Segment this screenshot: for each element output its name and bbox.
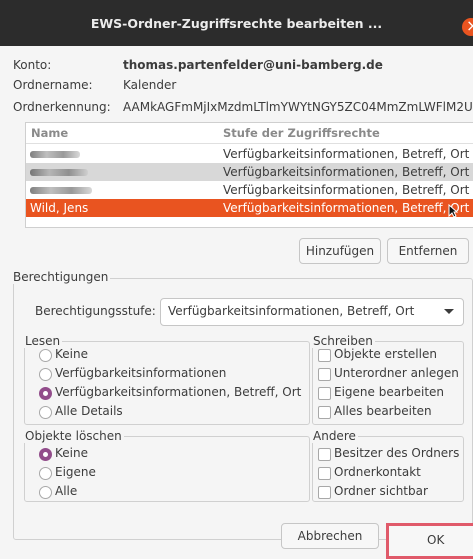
write-frame-label: Schreiben — [311, 334, 375, 348]
table-header: Name Stufe der Zugriffsrechte — [26, 123, 473, 144]
row-level: Verfügbarkeitsinformationen, Betreff, Or… — [223, 183, 470, 197]
other-frame-label: Andere — [311, 429, 358, 443]
delete-frame-label: Objekte löschen — [23, 429, 124, 443]
permissions-table: Name Stufe der Zugriffsrechte Verfügbark… — [25, 122, 473, 228]
delete-none-label: Keine — [55, 446, 88, 460]
folder-visible-checkbox[interactable] — [318, 486, 331, 499]
permission-level-label: Berechtigungsstufe: — [35, 304, 156, 318]
cancel-button[interactable]: Abbrechen — [281, 523, 379, 549]
read-subject-location-radio[interactable] — [39, 387, 52, 400]
window-title: EWS-Ordner-Zugriffsrechte bearbeiten ... — [90, 16, 383, 31]
row-name: Wild, Jens — [30, 201, 89, 215]
redacted-name — [30, 169, 88, 176]
folder-id-label: Ordnerkennung: — [13, 100, 111, 114]
table-row-selected[interactable]: Wild, Jens Verfügbarkeitsinformationen, … — [26, 199, 473, 217]
redacted-name — [30, 187, 92, 194]
table-row[interactable]: Verfügbarkeitsinformationen, Betreff, Or… — [26, 181, 473, 199]
permission-level-value: Verfügbarkeitsinformationen, Betreff, Or… — [168, 304, 415, 318]
add-button[interactable]: Hinzufügen — [299, 238, 381, 264]
folder-label: Ordnername: — [13, 78, 93, 92]
folder-id-value: AAMkAGFmMjIxMzdmLTlmYWYtNGY5ZC04MmZmLWFl… — [123, 100, 473, 114]
create-items-checkbox[interactable] — [318, 349, 331, 362]
delete-all-radio[interactable] — [39, 486, 52, 499]
title-bar: EWS-Ordner-Zugriffsrechte bearbeiten ... — [0, 0, 473, 46]
create-subfolders-label: Unterordner anlegen — [334, 366, 459, 380]
folder-contact-label: Ordnerkontakt — [334, 465, 421, 479]
folder-value: Kalender — [123, 78, 177, 92]
edit-all-checkbox[interactable] — [318, 406, 331, 419]
read-none-label: Keine — [55, 347, 88, 361]
row-level: Verfügbarkeitsinformationen, Betreff, Or… — [223, 147, 470, 161]
read-subject-location-label: Verfügbarkeitsinformationen, Betreff, Or… — [55, 385, 302, 399]
row-level: Verfügbarkeitsinformationen, Betreff, Or… — [223, 201, 470, 215]
chevron-down-icon — [444, 309, 454, 314]
account-value: thomas.partenfelder@uni-bamberg.de — [123, 58, 383, 72]
read-freebusy-label: Verfügbarkeitsinformationen — [55, 366, 227, 380]
folder-owner-checkbox[interactable] — [318, 448, 331, 461]
folder-owner-label: Besitzer des Ordners — [334, 446, 460, 460]
edit-own-label: Eigene bearbeiten — [334, 385, 445, 399]
read-none-radio[interactable] — [39, 349, 52, 362]
redacted-name — [30, 151, 80, 158]
edit-own-checkbox[interactable] — [318, 387, 331, 400]
delete-own-label: Eigene — [55, 465, 96, 479]
column-header-name[interactable]: Name — [31, 126, 68, 140]
row-level: Verfügbarkeitsinformationen, Betreff, Or… — [223, 165, 470, 179]
edit-all-label: Alles bearbeiten — [334, 404, 432, 418]
delete-own-radio[interactable] — [39, 467, 52, 480]
read-all-details-radio[interactable] — [39, 406, 52, 419]
folder-visible-label: Ordner sichtbar — [334, 484, 428, 498]
close-icon[interactable] — [462, 16, 473, 36]
remove-button[interactable]: Entfernen — [387, 238, 469, 264]
create-subfolders-checkbox[interactable] — [318, 368, 331, 381]
dialog-body: Konto: thomas.partenfelder@uni-bamberg.d… — [11, 46, 473, 549]
ok-button-highlight[interactable]: OK — [386, 523, 473, 559]
folder-contact-checkbox[interactable] — [318, 467, 331, 480]
delete-none-radio[interactable] — [39, 448, 52, 461]
read-frame-label: Lesen — [23, 334, 63, 348]
account-label: Konto: — [13, 58, 52, 72]
read-all-details-label: Alle Details — [55, 404, 123, 418]
create-items-label: Objekte erstellen — [334, 347, 437, 361]
read-freebusy-radio[interactable] — [39, 368, 52, 381]
column-header-level[interactable]: Stufe der Zugriffsrechte — [223, 126, 380, 140]
delete-all-label: Alle — [55, 484, 78, 498]
table-row[interactable]: Verfügbarkeitsinformationen, Betreff, Or… — [26, 163, 473, 181]
table-row[interactable]: Verfügbarkeitsinformationen, Betreff, Or… — [26, 145, 473, 163]
permissions-frame-label: Berechtigungen — [11, 270, 111, 284]
permission-level-select[interactable]: Verfügbarkeitsinformationen, Betreff, Or… — [160, 298, 464, 326]
